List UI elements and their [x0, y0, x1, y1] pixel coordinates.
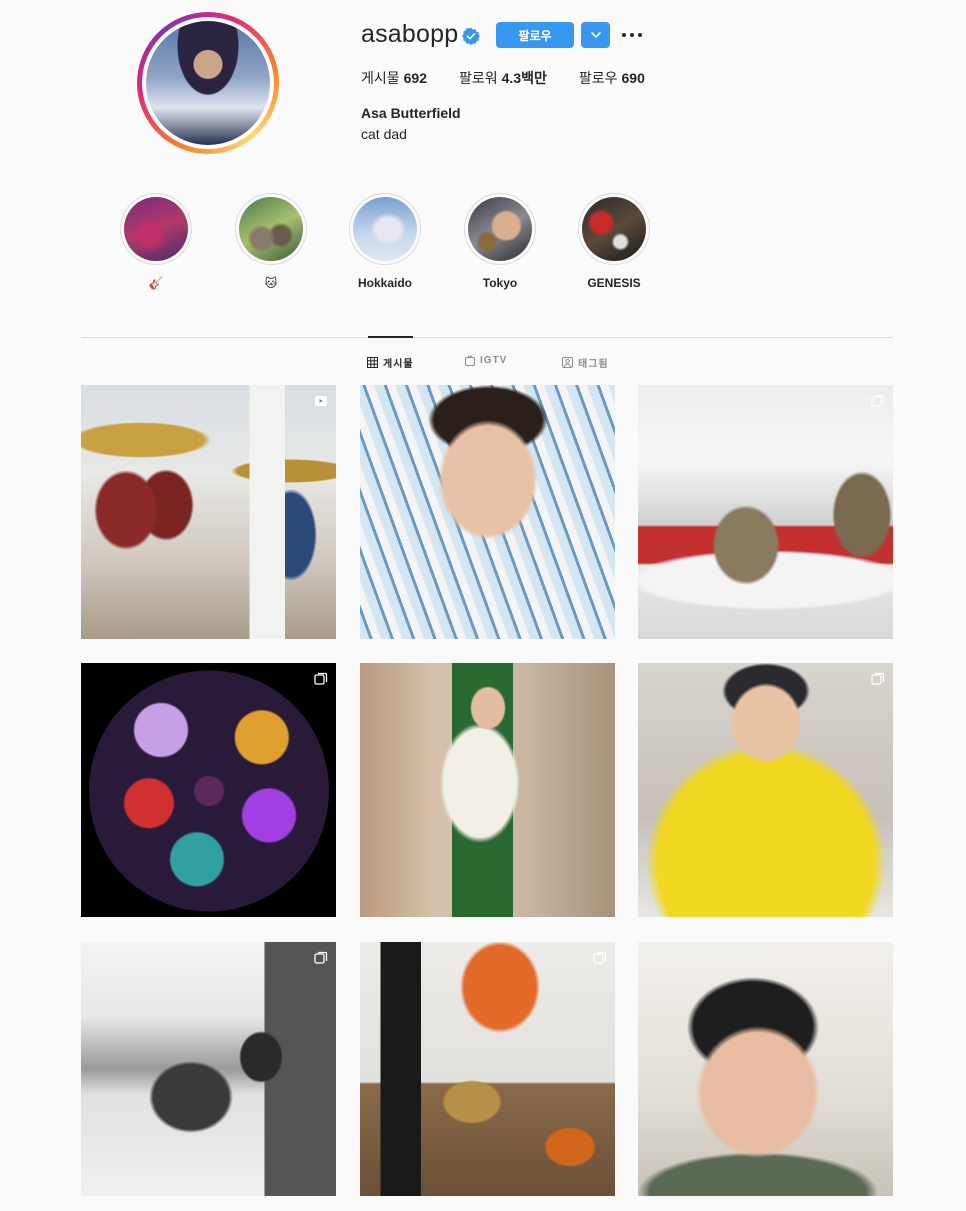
tab-igtv[interactable]: IGTV — [465, 355, 507, 366]
profile-stats: 게시물 692 팔로워 4.3백만 팔로우 690 — [361, 68, 677, 88]
stat-label: 팔로워 — [459, 70, 498, 86]
highlight-label: 🎸 — [148, 276, 164, 290]
post-mirror-selfie-overalls[interactable] — [360, 663, 615, 917]
profile-username: asabopp — [361, 20, 459, 48]
verified-badge-icon — [462, 27, 480, 45]
carousel-icon — [871, 672, 885, 685]
profile-bio: cat dad — [361, 126, 407, 142]
highlight-ring — [120, 193, 192, 265]
stat-following[interactable]: 팔로우 690 — [579, 68, 645, 88]
post-cats-in-hammock[interactable] — [638, 385, 893, 639]
stat-value: 4.3백만 — [501, 70, 547, 86]
follow-button[interactable]: 팔로우 — [496, 22, 574, 48]
mandala-art — [89, 669, 329, 913]
highlight-label: Tokyo — [482, 276, 518, 290]
igtv-icon — [465, 355, 475, 366]
highlight-cover — [239, 197, 303, 261]
stat-posts: 게시물 692 — [361, 68, 427, 88]
highlight-label: GENESIS — [587, 276, 641, 290]
highlight-cat[interactable]: 🐱 — [221, 193, 321, 290]
highlight-hokkaido[interactable]: Hokkaido — [335, 193, 435, 290]
active-tab-indicator — [368, 336, 413, 338]
highlight-genesis[interactable]: GENESIS — [564, 193, 664, 290]
tabs-divider — [81, 337, 893, 338]
stat-value: 692 — [403, 70, 427, 86]
post-selfie-striped-shirt[interactable] — [360, 385, 615, 639]
chevron-down-icon — [590, 32, 601, 38]
tab-tagged[interactable]: 태그됨 — [562, 355, 609, 370]
stat-label: 팔로우 — [578, 70, 618, 86]
stat-value: 690 — [621, 70, 645, 86]
post-music-room[interactable] — [360, 942, 615, 1196]
highlight-guitar[interactable]: 🎸 — [106, 193, 206, 290]
suggestions-dropdown-button[interactable] — [581, 22, 610, 48]
tab-label: 태그됨 — [578, 359, 609, 370]
carousel-icon — [871, 394, 885, 407]
highlight-ring — [235, 193, 307, 265]
carousel-icon — [314, 951, 328, 964]
highlight-cover — [468, 197, 532, 261]
tab-posts[interactable]: 게시물 — [367, 355, 414, 370]
highlight-ring — [349, 193, 421, 265]
tab-label: 게시물 — [383, 359, 414, 370]
post-drum-kit[interactable] — [81, 385, 336, 639]
grid-icon — [367, 357, 378, 368]
post-beanie-selfie[interactable] — [638, 942, 893, 1196]
stat-label: 게시물 — [361, 70, 400, 86]
more-options-button[interactable] — [619, 24, 645, 46]
highlight-ring — [464, 193, 536, 265]
post-cat-in-snow[interactable] — [81, 942, 336, 1196]
carousel-icon — [593, 951, 607, 964]
more-dots-icon — [622, 33, 642, 37]
highlight-cover — [124, 197, 188, 261]
video-icon — [315, 396, 327, 406]
stat-followers[interactable]: 팔로워 4.3백만 — [459, 68, 547, 88]
highlight-label: Hokkaido — [357, 276, 412, 290]
highlight-cover — [353, 197, 417, 261]
highlight-tokyo[interactable]: Tokyo — [450, 193, 550, 290]
post-yellow-hoodie-selfie[interactable] — [638, 663, 893, 917]
carousel-icon — [314, 672, 328, 685]
post-butterfly-mandala[interactable] — [81, 663, 336, 917]
profile-full-name: Asa Butterfield — [361, 105, 461, 121]
highlight-label: 🐱 — [264, 276, 278, 290]
tagged-icon — [562, 357, 573, 368]
tab-label: IGTV — [480, 355, 508, 366]
avatar-image — [146, 21, 270, 145]
highlight-cover — [582, 197, 646, 261]
profile-avatar[interactable] — [137, 12, 279, 154]
avatar-frame — [142, 17, 274, 149]
highlight-ring — [578, 193, 650, 265]
